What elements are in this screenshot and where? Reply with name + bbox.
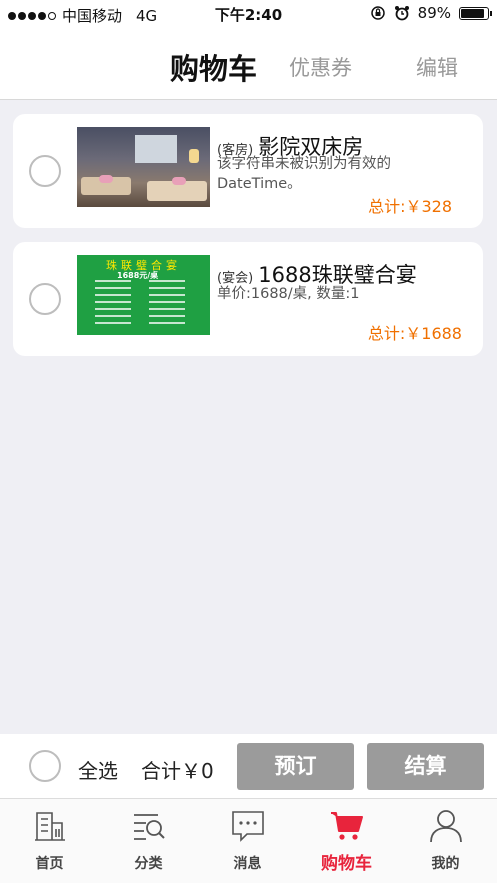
tab-profile[interactable]: 我的 bbox=[396, 799, 495, 883]
item-select-radio[interactable] bbox=[29, 155, 61, 187]
book-button[interactable]: 预订 bbox=[237, 743, 354, 790]
tab-label: 首页 bbox=[35, 856, 64, 872]
cart-action-bar: 全选 合计￥0 预订 结算 bbox=[0, 734, 497, 798]
status-right: 89% bbox=[370, 4, 492, 22]
cart-sum: 合计￥0 bbox=[141, 759, 214, 783]
tab-label: 分类 bbox=[134, 856, 163, 872]
tab-label: 消息 bbox=[233, 856, 262, 872]
cart-item[interactable]: 珠联璧合宴 1688元/桌 (宴会) 1688珠联璧合宴 单价:1688/桌, … bbox=[13, 242, 483, 356]
alarm-icon bbox=[394, 6, 409, 21]
select-all-radio[interactable] bbox=[29, 750, 61, 782]
item-total: 总计:￥1688 bbox=[367, 324, 462, 343]
tab-label: 我的 bbox=[431, 856, 460, 872]
battery-percent: 89% bbox=[417, 4, 451, 22]
page-title: 购物车 bbox=[170, 52, 258, 86]
item-description: 单价:1688/桌, 数量:1 bbox=[217, 286, 360, 302]
cart-item[interactable]: (客房) 影院双床房 该字符串未被识别为有效的 DateTime。 总计:￥32… bbox=[13, 114, 483, 228]
header: 购物车 优惠券 编辑 bbox=[0, 28, 497, 100]
home-icon bbox=[35, 812, 65, 841]
item-total: 总计:￥328 bbox=[368, 197, 452, 216]
tab-cart[interactable]: 购物车 bbox=[297, 799, 396, 883]
tab-label: 购物车 bbox=[321, 854, 372, 874]
banquet-menu-photo[interactable]: 珠联璧合宴 1688元/桌 bbox=[77, 255, 210, 335]
edit-button[interactable]: 编辑 bbox=[416, 52, 458, 82]
item-description: 该字符串未被识别为有效的 DateTime。 bbox=[217, 156, 391, 192]
profile-icon bbox=[430, 810, 462, 843]
hotel-room-photo[interactable] bbox=[77, 127, 210, 207]
cart-icon bbox=[331, 812, 363, 840]
battery-icon bbox=[459, 6, 492, 20]
coupon-button[interactable]: 优惠券 bbox=[289, 52, 352, 82]
tab-category[interactable]: 分类 bbox=[99, 799, 198, 883]
message-icon bbox=[232, 811, 264, 842]
tab-bar: 首页 分类 消息 购物车 我的 bbox=[0, 798, 497, 883]
category-icon bbox=[134, 814, 165, 840]
tab-home[interactable]: 首页 bbox=[0, 799, 99, 883]
status-bar: 中国移动 4G 下午2:40 89% bbox=[0, 0, 497, 28]
rotation-lock-icon bbox=[370, 6, 385, 20]
tab-message[interactable]: 消息 bbox=[198, 799, 297, 883]
checkout-button[interactable]: 结算 bbox=[367, 743, 484, 790]
select-all-label[interactable]: 全选 bbox=[78, 755, 118, 784]
item-select-radio[interactable] bbox=[29, 283, 61, 315]
